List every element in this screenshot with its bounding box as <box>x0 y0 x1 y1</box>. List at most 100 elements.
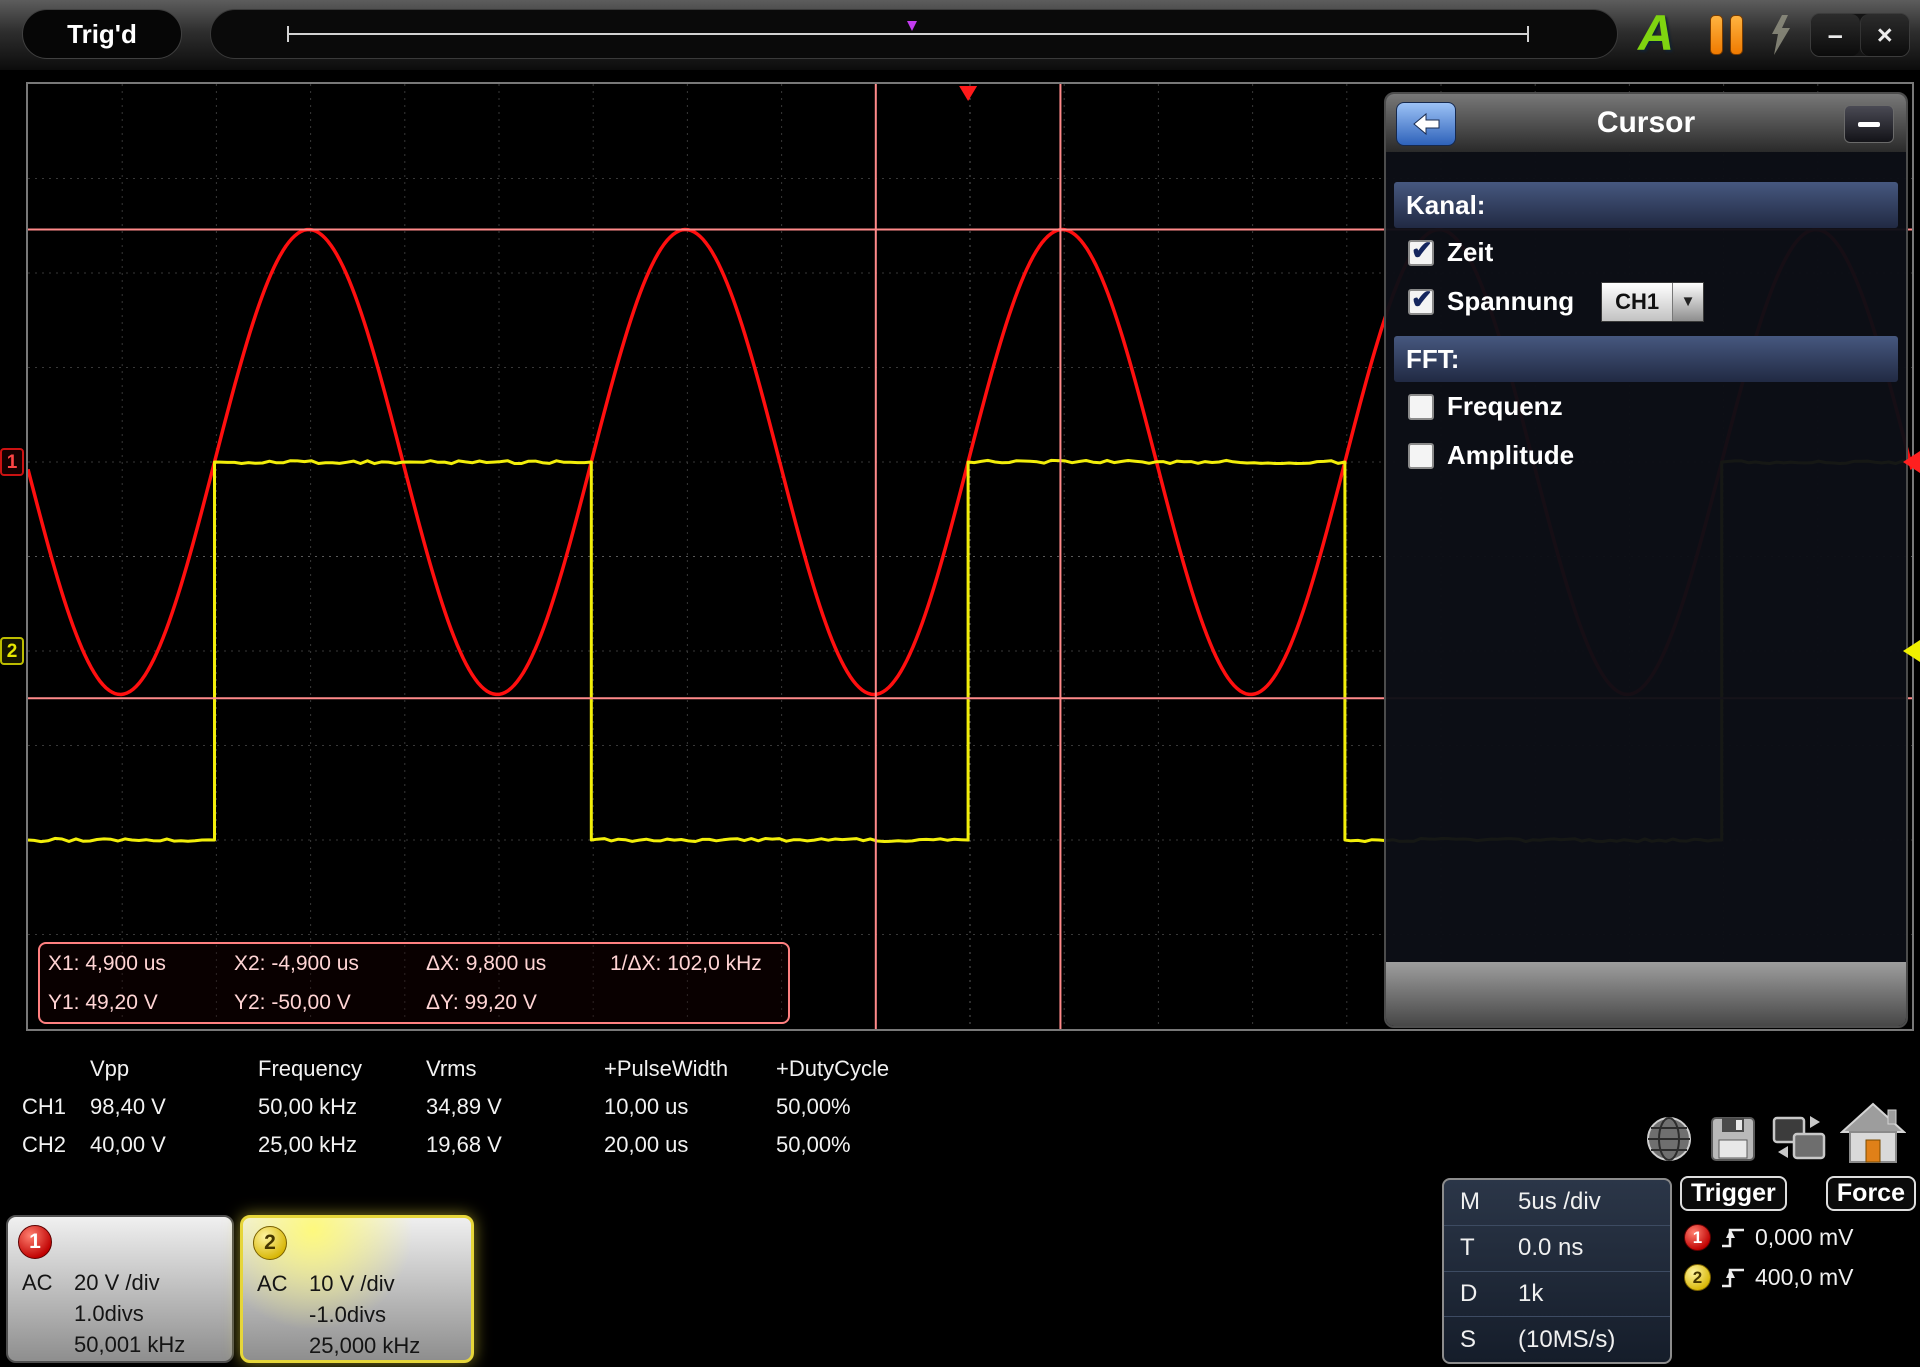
pause-icon <box>1730 15 1743 55</box>
ch2-vpp-value: 40,00 V <box>90 1126 258 1164</box>
checkmark-icon: ✔ <box>1411 284 1433 315</box>
ch1-position-marker[interactable]: 1 <box>0 448 24 476</box>
memory-depth-value: 1k <box>1518 1280 1543 1308</box>
selected-channel-value: CH1 <box>1602 283 1672 321</box>
timebase-row-s[interactable]: S (10MS/s) <box>1444 1317 1670 1362</box>
timebase-row-d[interactable]: D 1k <box>1444 1272 1670 1318</box>
ch2-badge: 2 <box>1684 1264 1711 1291</box>
ch1-pulsewidth-value: 10,00 us <box>604 1088 776 1126</box>
ch2-pulsewidth-value: 20,00 us <box>604 1126 776 1164</box>
ch2-badge[interactable]: 2 <box>253 1226 287 1260</box>
rising-edge-icon <box>1720 1225 1746 1251</box>
checkbox-row-frequenz[interactable]: ✔ Frequenz <box>1386 382 1906 431</box>
ch2-frequency-value: 25,00 kHz <box>258 1126 426 1164</box>
window-transfer-icon <box>1770 1110 1828 1164</box>
ch1-trigger-level-arrow-icon[interactable] <box>1903 451 1920 473</box>
measure-header-vrms: Vrms <box>426 1050 604 1088</box>
ch1-scale: 20 V /div <box>74 1267 160 1298</box>
timebase-row-t[interactable]: T 0.0 ns <box>1444 1226 1670 1272</box>
ch1-trigger-level-value: 0,000 mV <box>1755 1224 1853 1251</box>
panel-minimize-button[interactable] <box>1844 105 1894 143</box>
lightning-icon <box>1766 14 1794 56</box>
ch2-vrms-value: 19,68 V <box>426 1126 604 1164</box>
ch2-position-value: -1.0divs <box>257 1299 420 1330</box>
fft-section-header: FFT: <box>1394 336 1898 382</box>
ch2-dutycycle-value: 50,00% <box>776 1126 926 1164</box>
cursor-panel-title: Cursor <box>1386 106 1906 140</box>
chevron-down-icon[interactable]: ▼ <box>1672 283 1703 321</box>
timebase-panel[interactable]: M 5us /div T 0.0 ns D 1k S (10MS/s) <box>1442 1178 1672 1364</box>
slider-left-tick <box>287 26 289 42</box>
pause-button[interactable] <box>1710 15 1743 55</box>
measure-header-dutycycle: +DutyCycle <box>776 1050 926 1088</box>
slider-track[interactable] <box>287 33 1529 35</box>
ch1-trigger-level-row[interactable]: 1 0,000 mV <box>1680 1224 1916 1251</box>
cursor-y2-value: Y2: -50,00 V <box>234 991 426 1015</box>
ch1-position-value: 1.0divs <box>22 1298 185 1329</box>
save-icon <box>1708 1110 1758 1164</box>
rising-edge-icon <box>1720 1265 1746 1291</box>
app-logo: A <box>1638 4 1674 62</box>
trigger-status-badge: Trig'd <box>22 9 182 59</box>
cursor-dx-value: ΔX: 9,800 us <box>426 952 610 976</box>
timebase-offset-value: 0.0 ns <box>1518 1234 1583 1262</box>
ch1-panel[interactable]: 1 AC 20 V /div 1.0divs 50,001 kHz <box>6 1215 234 1363</box>
export-button[interactable] <box>1770 1110 1828 1164</box>
horizontal-position-slider[interactable] <box>210 9 1618 59</box>
ch2-trigger-level-value: 400,0 mV <box>1755 1264 1853 1291</box>
ch2-position-marker[interactable]: 2 <box>0 637 24 665</box>
spannung-checkbox[interactable]: ✔ <box>1408 289 1434 315</box>
frequenz-checkbox[interactable]: ✔ <box>1408 394 1434 420</box>
slider-right-tick <box>1527 26 1529 42</box>
measure-row-label: CH2 <box>22 1126 90 1164</box>
checkbox-row-spannung[interactable]: ✔ Spannung CH1 ▼ <box>1386 277 1906 326</box>
home-icon <box>1840 1102 1906 1164</box>
cursor-dy-value: ΔY: 99,20 V <box>426 991 610 1015</box>
amplitude-label: Amplitude <box>1447 440 1574 471</box>
ch2-trigger-level-row[interactable]: 2 400,0 mV <box>1680 1264 1916 1291</box>
network-button[interactable] <box>1642 1110 1696 1164</box>
save-button[interactable] <box>1708 1110 1758 1164</box>
trigger-panel: Trigger Force 1 0,000 mV 2 400,0 mV <box>1680 1176 1916 1364</box>
force-trigger-button[interactable]: Force <box>1826 1176 1916 1211</box>
close-button[interactable]: × <box>1860 14 1910 56</box>
trigger-status-text: Trig'd <box>67 19 137 50</box>
back-button[interactable] <box>1396 102 1456 146</box>
cursor-x2-value: X2: -4,900 us <box>234 952 426 976</box>
ch1-badge[interactable]: 1 <box>18 1225 52 1259</box>
measure-header-vpp: Vpp <box>90 1050 258 1088</box>
ch1-vrms-value: 34,89 V <box>426 1088 604 1126</box>
cursor-readout-box: X1: 4,900 us X2: -4,900 us ΔX: 9,800 us … <box>38 942 790 1024</box>
cursor-x1-value: X1: 4,900 us <box>48 952 234 976</box>
cursor-y1-value: Y1: 49,20 V <box>48 991 234 1015</box>
trigger-menu-button[interactable]: Trigger <box>1680 1176 1787 1211</box>
kanal-section-header: Kanal: <box>1394 182 1898 228</box>
measure-row-label: CH1 <box>22 1088 90 1126</box>
ch1-frequency-readout: 50,001 kHz <box>22 1329 185 1360</box>
spannung-label: Spannung <box>1447 286 1574 317</box>
zeit-checkbox[interactable]: ✔ <box>1408 240 1434 266</box>
minimize-button[interactable]: – <box>1811 14 1860 56</box>
ch1-vpp-value: 98,40 V <box>90 1088 258 1126</box>
ch1-frequency-value: 50,00 kHz <box>258 1088 426 1126</box>
ch2-panel[interactable]: 2 AC 10 V /div -1.0divs 25,000 kHz <box>240 1215 474 1363</box>
zeit-label: Zeit <box>1447 237 1493 268</box>
measurements-table: Vpp Frequency Vrms +PulseWidth +DutyCycl… <box>22 1050 926 1164</box>
window-controls: – × <box>1810 13 1910 57</box>
timebase-scale-value: 5us /div <box>1518 1188 1601 1216</box>
quick-toolbar <box>1642 1102 1906 1164</box>
checkbox-row-amplitude[interactable]: ✔ Amplitude <box>1386 431 1906 480</box>
checkbox-row-zeit[interactable]: ✔ Zeit <box>1386 228 1906 277</box>
ch2-trigger-level-arrow-icon[interactable] <box>1903 640 1920 662</box>
cursor-panel-footer <box>1386 962 1906 1026</box>
ch1-coupling: AC <box>22 1267 74 1298</box>
home-button[interactable] <box>1840 1102 1906 1164</box>
timebase-row-m[interactable]: M 5us /div <box>1444 1180 1670 1226</box>
spannung-channel-select[interactable]: CH1 ▼ <box>1601 282 1704 322</box>
trigger-position-marker-icon[interactable] <box>907 21 917 31</box>
measure-header-frequency: Frequency <box>258 1050 426 1088</box>
cursor-panel-header: Cursor <box>1386 94 1906 152</box>
amplitude-checkbox[interactable]: ✔ <box>1408 443 1434 469</box>
ch1-badge: 1 <box>1684 1224 1711 1251</box>
cursor-invdx-value: 1/ΔX: 102,0 kHz <box>610 952 792 976</box>
